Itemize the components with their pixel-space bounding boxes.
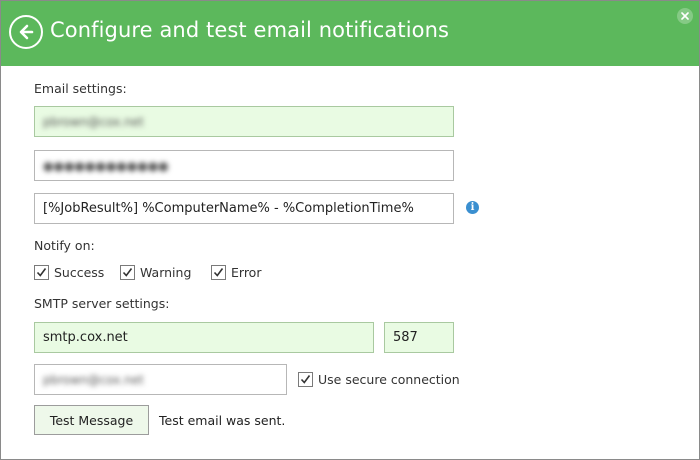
email-notifications-dialog: Configure and test email notifications E… — [0, 0, 700, 460]
notify-on-label: Notify on: — [34, 238, 95, 253]
secure-connection-label: Use secure connection — [318, 372, 460, 387]
email-subject-input[interactable]: [%JobResult%] %ComputerName% - %Completi… — [34, 193, 454, 224]
email-address-value: pbrown@cox.net — [43, 114, 144, 129]
success-checkbox[interactable]: Success — [34, 265, 104, 280]
back-button[interactable] — [9, 15, 43, 49]
error-checkbox-label: Error — [231, 265, 262, 280]
smtp-port-value: 587 — [393, 330, 418, 345]
success-checkbox-box[interactable] — [34, 265, 49, 280]
email-password-value: ●●●●●●●●●●●● — [43, 158, 169, 173]
secure-connection-checkbox[interactable]: Use secure connection — [298, 372, 460, 387]
email-settings-label: Email settings: — [34, 81, 127, 96]
checkmark-icon — [36, 268, 47, 277]
dialog-header: Configure and test email notifications — [1, 1, 699, 66]
error-checkbox[interactable]: Error — [211, 265, 261, 280]
error-checkbox-box[interactable] — [211, 265, 226, 280]
secure-connection-checkbox-box[interactable] — [298, 372, 313, 387]
dialog-title: Configure and test email notifications — [50, 18, 450, 42]
smtp-server-input[interactable]: smtp.cox.net — [34, 322, 374, 353]
email-address-input[interactable]: pbrown@cox.net — [34, 106, 454, 137]
warning-checkbox-box[interactable] — [120, 265, 135, 280]
checkmark-icon — [213, 268, 224, 277]
info-icon[interactable]: i — [466, 201, 479, 214]
success-checkbox-label: Success — [54, 265, 105, 280]
email-password-input[interactable]: ●●●●●●●●●●●● — [34, 150, 454, 181]
test-status-text: Test email was sent. — [159, 413, 286, 428]
smtp-server-value: smtp.cox.net — [43, 330, 128, 345]
smtp-username-input[interactable]: pbrown@cox.net — [34, 364, 287, 395]
smtp-username-value: pbrown@cox.net — [43, 372, 144, 387]
warning-checkbox-label: Warning — [140, 265, 192, 280]
warning-checkbox[interactable]: Warning — [120, 265, 191, 280]
arrow-left-icon — [19, 24, 34, 40]
checkmark-icon — [300, 375, 311, 384]
test-message-button[interactable]: Test Message — [34, 405, 149, 435]
smtp-settings-label: SMTP server settings: — [34, 296, 170, 311]
checkmark-icon — [122, 268, 133, 277]
smtp-port-input[interactable]: 587 — [384, 322, 454, 353]
email-subject-value: [%JobResult%] %ComputerName% - %Completi… — [43, 201, 414, 216]
close-icon — [681, 12, 689, 20]
close-button[interactable] — [677, 8, 693, 24]
